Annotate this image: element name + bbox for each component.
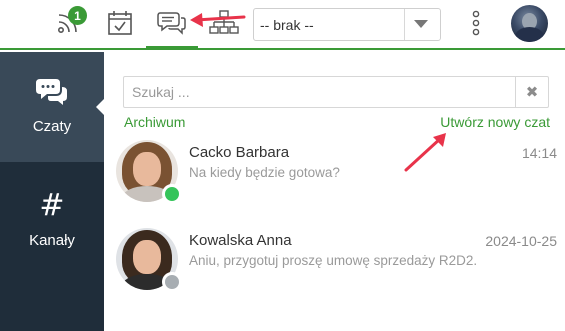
search-input[interactable] [132, 83, 512, 101]
calendar-check-icon[interactable] [104, 7, 136, 39]
contact-name: Cacko Barbara [189, 144, 290, 161]
chevron-down-icon[interactable] [414, 20, 428, 28]
conversation-item[interactable]: Kowalska Anna 2024-10-25 Aniu, przygotuj… [104, 226, 565, 316]
message-time: 2024-10-25 [485, 233, 557, 249]
sidebar-item-label: Czaty [32, 118, 72, 135]
more-options-icon[interactable] [460, 7, 492, 39]
avatar-face [133, 240, 161, 274]
clear-search-icon[interactable]: ✖ [515, 77, 548, 107]
active-tab-indicator [146, 46, 198, 49]
chat-bubbles-icon[interactable] [156, 7, 188, 39]
avatar-body [515, 27, 544, 42]
new-chat-link[interactable]: Utwórz nowy czat [440, 114, 550, 130]
select-divider [404, 9, 405, 40]
chat-bubbles-icon [36, 76, 68, 108]
archive-link[interactable]: Archiwum [124, 114, 185, 130]
sidebar-item-label: Kanały [29, 232, 75, 249]
message-preview: Aniu, przygotuj proszę umowę sprzedaży R… [189, 253, 478, 268]
conversation-item[interactable]: Cacko Barbara 14:14 Na kiedy będzie goto… [104, 138, 565, 228]
sidebar: Czaty # Kanały [0, 52, 105, 331]
org-chart-icon[interactable] [208, 7, 240, 39]
sidebar-item-chats[interactable]: Czaty [0, 52, 104, 162]
sidebar-item-channels[interactable]: # Kanały [0, 162, 104, 272]
notification-badge: 1 [68, 6, 87, 25]
active-item-pointer [96, 98, 105, 116]
message-time: 14:14 [521, 145, 557, 161]
group-select-value: -- brak -- [260, 17, 314, 33]
contact-name: Kowalska Anna [189, 232, 292, 249]
online-status-indicator [162, 184, 182, 204]
search-box: ✖ [123, 76, 549, 108]
hash-icon: # [39, 188, 65, 223]
avatar-face [133, 152, 161, 186]
offline-status-indicator [162, 272, 182, 292]
top-toolbar: 1 -- brak -- [0, 0, 565, 50]
message-preview: Na kiedy będzie gotowa? [189, 165, 340, 180]
user-avatar[interactable] [511, 5, 548, 42]
group-select[interactable]: -- brak -- [253, 8, 441, 41]
